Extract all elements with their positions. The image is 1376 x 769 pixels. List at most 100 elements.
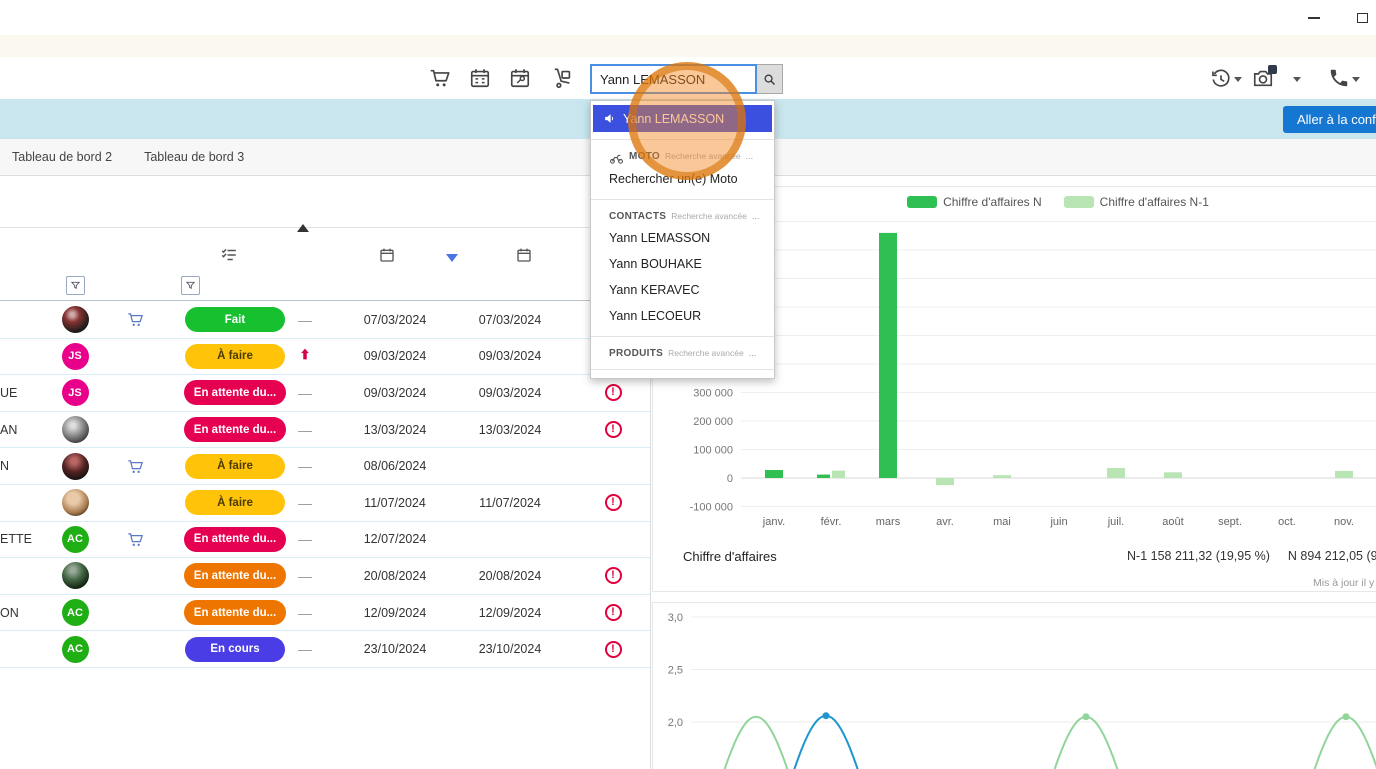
avatar: AC (62, 636, 89, 663)
suggestion-item[interactable]: Yann LECOEUR (591, 303, 774, 329)
suggestion-item[interactable]: Yann BOUHAKE (591, 251, 774, 277)
status-badge[interactable]: À faire (185, 490, 285, 515)
calendar-icon[interactable] (469, 67, 491, 89)
advanced-search-link[interactable]: Recherche avancée (665, 151, 741, 161)
spacer-cell (545, 302, 575, 338)
handtruck-icon[interactable] (552, 67, 574, 89)
tab-tableau-de-bord-3[interactable]: Tableau de bord 3 (142, 146, 246, 168)
search-button[interactable] (757, 64, 783, 94)
table-row[interactable]: ONACEn attente du...—12/09/202412/09/202… (0, 595, 651, 632)
order-cart-icon[interactable] (127, 311, 144, 328)
status-badge[interactable]: À faire (185, 344, 285, 369)
end-date-cell: 09/03/2024 (475, 375, 545, 411)
end-date-cell (475, 448, 545, 484)
sort-descending-icon[interactable] (446, 254, 458, 262)
order-cart-icon[interactable] (127, 458, 144, 475)
status-badge[interactable]: En attente du... (184, 417, 286, 442)
status-badge[interactable]: En attente du... (184, 527, 286, 552)
status-badge[interactable]: En attente du... (184, 600, 286, 625)
header-strip (0, 35, 1376, 57)
maximize-button[interactable] (1348, 8, 1376, 28)
tasks-table-panel: Fait—07/03/202407/03/2024 JS À faire 09/03/… (0, 176, 651, 769)
start-date-column-icon[interactable] (379, 247, 395, 263)
table-row[interactable]: UEJSEn attente du...—09/03/202409/03/202… (0, 375, 651, 412)
config-button[interactable]: Aller à la config (1283, 106, 1376, 133)
end-date-cell: 07/03/2024 (475, 302, 545, 338)
cart-cell (95, 448, 175, 484)
status-cell: En attente du... (175, 412, 295, 448)
minimize-button[interactable] (1300, 8, 1328, 28)
table-row[interactable]: NÀ faire—08/06/2024 (0, 448, 651, 485)
order-cart-icon[interactable] (127, 531, 144, 548)
spacer-cell (545, 631, 575, 667)
chart-totals: N-1 158 211,32 (19,95 %) N 894 212,05 (9… (1127, 549, 1376, 563)
cart-icon[interactable] (429, 67, 451, 89)
status-cell: En cours (175, 631, 295, 667)
table-row[interactable]: JSÀ faire09/03/202409/03/2024 (0, 339, 651, 376)
suggestion-item[interactable]: Yann LEMASSON (591, 225, 774, 251)
status-badge[interactable]: À faire (185, 454, 285, 479)
phone-icon[interactable] (1328, 67, 1350, 89)
legend-label: Chiffre d'affaires N (943, 195, 1042, 209)
table-row[interactable]: Fait—07/03/202407/03/2024 (0, 302, 651, 339)
avatar: AC (62, 599, 89, 626)
alert-cell: ! (575, 485, 651, 521)
advanced-search-link[interactable]: Recherche avancée (671, 211, 747, 221)
status-badge[interactable]: Fait (185, 307, 285, 332)
row-name-fragment (0, 485, 55, 521)
table-row[interactable]: À faire—11/07/202411/07/2024! (0, 485, 651, 522)
alert-icon: ! (605, 604, 622, 621)
row-name-fragment (0, 558, 55, 594)
more-link[interactable]: ... (749, 348, 757, 358)
end-date-cell: 09/03/2024 (475, 339, 545, 375)
table-row[interactable]: En attente du...—20/08/202420/08/2024! (0, 558, 651, 595)
history-dropdown-caret[interactable] (1234, 77, 1242, 82)
table-row[interactable]: ANEn attente du...—13/03/202413/03/2024! (0, 412, 651, 449)
status-cell: En attente du... (175, 522, 295, 558)
suggestion-item[interactable]: Yann KERAVEC (591, 277, 774, 303)
search-input[interactable] (590, 64, 757, 94)
start-date-cell: 20/08/2024 (315, 558, 475, 594)
filter-funnel-status[interactable] (181, 276, 200, 295)
megaphone-icon (603, 112, 616, 125)
status-cell: Fait (175, 302, 295, 338)
row-name-fragment: ON (0, 595, 55, 631)
table-row[interactable]: ETTEACEn attente du...—12/07/2024 (0, 522, 651, 559)
search-icon (762, 72, 777, 87)
section-title: PRODUITS (609, 348, 663, 359)
more-link[interactable]: ... (746, 151, 754, 161)
advanced-search-link[interactable]: Recherche avancée (668, 348, 744, 358)
avatar (62, 453, 89, 480)
suggestion-selected-label: Yann LEMASSON (623, 112, 724, 126)
status-badge[interactable]: En cours (185, 637, 285, 662)
status-badge[interactable]: En attente du... (184, 563, 286, 588)
avatar: JS (62, 379, 89, 406)
cart-cell (95, 302, 175, 338)
spacer-cell (545, 522, 575, 558)
table-row[interactable]: ACEn cours—23/10/202423/10/2024! (0, 631, 651, 668)
avatar (62, 416, 89, 443)
filter-funnel-avatar[interactable] (66, 276, 85, 295)
task-list-column-icon[interactable] (220, 246, 238, 264)
spacer-cell (545, 339, 575, 375)
history-icon[interactable] (1210, 68, 1232, 90)
workshop-calendar-icon[interactable] (509, 67, 531, 89)
alert-icon: ! (605, 384, 622, 401)
status-badge[interactable]: En attente du... (184, 380, 286, 405)
svg-text:2,5: 2,5 (668, 665, 683, 677)
status-cell: En attente du... (175, 558, 295, 594)
end-date-column-icon[interactable] (516, 247, 532, 263)
marker-cell: — (295, 485, 315, 521)
suggestion-item[interactable]: Rechercher un(e) Moto (591, 166, 774, 192)
spacer-cell (545, 485, 575, 521)
suggestion-selected[interactable]: Yann LEMASSON (593, 105, 772, 132)
start-date-cell: 08/06/2024 (315, 448, 475, 484)
camera-badge (1268, 65, 1277, 74)
phone-dropdown-caret[interactable] (1352, 77, 1360, 82)
suggestion-section-header: MOTORecherche avancée... (591, 140, 774, 166)
status-cell: En attente du... (175, 375, 295, 411)
legend-item: Chiffre d'affaires N (907, 195, 1042, 209)
camera-dropdown-caret[interactable] (1293, 77, 1301, 82)
tab-tableau-de-bord-2[interactable]: Tableau de bord 2 (10, 146, 114, 168)
more-link[interactable]: ... (752, 211, 760, 221)
